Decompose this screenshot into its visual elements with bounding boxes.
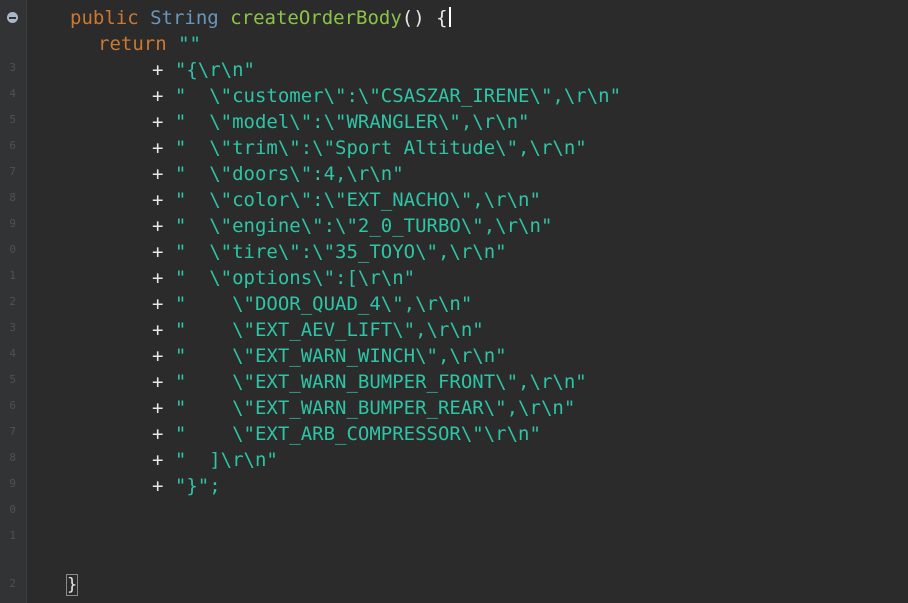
code-line[interactable]: + " \"options\":[\r\n" [152,265,415,291]
string-literal: " \"model\":\"WRANGLER\",\r\n" [174,111,530,133]
code-line[interactable]: + " \"engine\":\"2_0_TURBO\",\r\n" [152,213,552,239]
line-number: 0 [9,243,16,256]
fold-collapse-icon[interactable] [7,12,18,23]
line-number: 4 [9,87,16,100]
line-number: 5 [9,373,16,386]
method-name: createOrderBody [230,7,402,29]
code-line[interactable]: + " \"EXT_WARN_BUMPER_FRONT\",\r\n" [152,369,587,395]
code-line[interactable]: + "{\r\n" [152,57,255,83]
string-literal: " \"tire\":\"35_TOYO\",\r\n" [174,241,507,263]
concat-operator: + [152,345,175,367]
line-number: 1 [9,529,16,542]
code-line[interactable]: + " \"customer\":\"CSASZAR_IRENE\",\r\n" [152,83,621,109]
concat-operator: + [152,59,175,81]
line-number: 2 [9,577,16,590]
return-type: String [150,7,219,29]
string-literal: " \"options\":[\r\n" [174,267,416,289]
string-literal: " ]\r\n" [174,449,278,471]
modifier-keyword: public [70,7,139,29]
string-literal: "}"; [174,475,221,497]
concat-operator: + [152,319,175,341]
line-number: 7 [9,165,16,178]
concat-operator: + [152,241,175,263]
concat-operator: + [152,163,175,185]
concat-operator: + [152,215,175,237]
line-number: 3 [9,61,16,74]
line-number: 6 [9,399,16,412]
closing-brace-match[interactable]: } [66,574,78,596]
concat-operator: + [152,267,175,289]
concat-operator: + [152,111,175,133]
string-literal: " \"customer\":\"CSASZAR_IRENE\",\r\n" [174,85,622,107]
string-literal: " \"doors\":4,\r\n" [174,163,404,185]
code-line[interactable]: + "}"; [152,473,221,499]
string-literal: " \"EXT_WARN_BUMPER_FRONT\",\r\n" [174,371,587,393]
string-literal: " \"EXT_WARN_BUMPER_REAR\",\r\n" [174,397,576,419]
code-line[interactable]: + " \"EXT_WARN_WINCH\",\r\n" [152,343,507,369]
code-line[interactable]: + " \"trim\":\"Sport Altitude\",\r\n" [152,135,587,161]
line-number: 5 [9,113,16,126]
line-number: 3 [9,321,16,334]
method-signature-line[interactable]: public String createOrderBody() { [70,5,451,31]
line-number: 4 [9,347,16,360]
code-line[interactable]: + " ]\r\n" [152,447,278,473]
line-number: 2 [9,295,16,308]
concat-operator: + [152,189,175,211]
text-cursor [448,7,451,27]
concat-operator: + [152,397,175,419]
string-literal: "{\r\n" [174,59,255,81]
string-literal: " \"DOOR_QUAD_4\",\r\n" [174,293,473,315]
string-literal: " \"color\":\"EXT_NACHO\",\r\n" [174,189,541,211]
signature-punctuation: () { [401,7,448,29]
line-number: 9 [9,217,16,230]
return-line[interactable]: return "" [98,31,201,57]
concat-operator: + [152,85,175,107]
string-literal: " \"engine\":\"2_0_TURBO\",\r\n" [174,215,553,237]
line-number: 8 [9,451,16,464]
concat-operator: + [152,371,175,393]
code-line[interactable]: + " \"EXT_WARN_BUMPER_REAR\",\r\n" [152,395,575,421]
concat-operator: + [152,449,175,471]
line-number: 7 [9,425,16,438]
string-literal: "" [178,33,201,55]
concat-operator: + [152,475,175,497]
line-number-gutter: 3 4 5 6 7 8 9 0 1 2 3 4 5 6 7 8 9 0 1 2 [0,0,27,603]
line-number: 1 [9,269,16,282]
code-line[interactable]: + " \"EXT_AEV_LIFT\",\r\n" [152,317,484,343]
line-number: 6 [9,139,16,152]
concat-operator: + [152,423,175,445]
code-line[interactable]: + " \"tire\":\"35_TOYO\",\r\n" [152,239,507,265]
line-number: 0 [9,503,16,516]
line-number: 9 [9,477,16,490]
code-editor[interactable]: 3 4 5 6 7 8 9 0 1 2 3 4 5 6 7 8 9 0 1 2 … [0,0,908,603]
return-keyword: return [98,33,167,55]
code-line[interactable]: + " \"EXT_ARB_COMPRESSOR\"\r\n" [152,421,541,447]
string-literal: " \"EXT_WARN_WINCH\",\r\n" [174,345,507,367]
line-number: 8 [9,191,16,204]
string-literal: " \"EXT_ARB_COMPRESSOR\"\r\n" [174,423,541,445]
string-literal: " \"EXT_AEV_LIFT\",\r\n" [174,319,484,341]
code-line[interactable]: + " \"model\":\"WRANGLER\",\r\n" [152,109,530,135]
code-line[interactable]: + " \"color\":\"EXT_NACHO\",\r\n" [152,187,541,213]
code-line[interactable]: + " \"doors\":4,\r\n" [152,161,404,187]
code-line[interactable]: + " \"DOOR_QUAD_4\",\r\n" [152,291,472,317]
concat-operator: + [152,293,175,315]
string-literal: " \"trim\":\"Sport Altitude\",\r\n" [174,137,587,159]
concat-operator: + [152,137,175,159]
